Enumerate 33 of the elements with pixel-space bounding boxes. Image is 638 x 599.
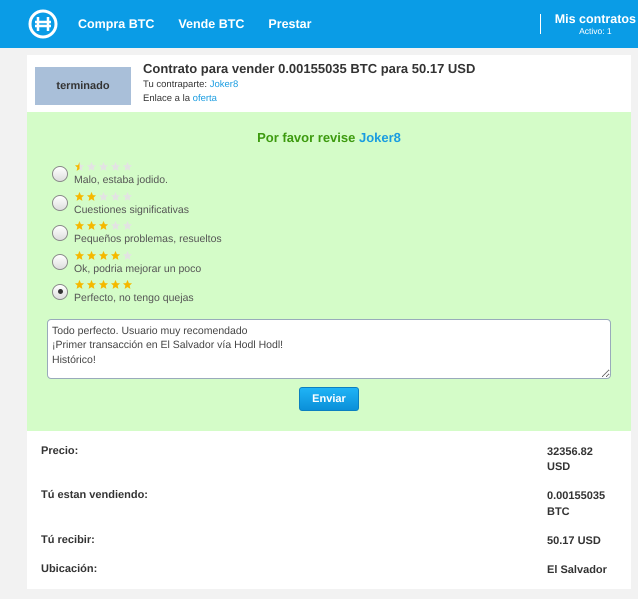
detail-value: 0.00155035 BTC xyxy=(547,489,606,520)
nav-link[interactable]: Compra BTC xyxy=(78,17,154,31)
nav-link[interactable]: Vende BTC xyxy=(178,17,244,31)
radio-button[interactable] xyxy=(52,224,68,241)
rating-label: Malo, estaba jodido. xyxy=(74,174,168,186)
rating-label: Cuestiones significativas xyxy=(74,204,189,216)
contracts-menu[interactable]: Mis contratos Activo: 1 xyxy=(554,12,636,36)
offer-label: Enlace a la xyxy=(143,93,192,104)
detail-label: Tú estan vendiendo: xyxy=(41,489,148,504)
rating-label: Ok, podria mejorar un poco xyxy=(74,262,202,275)
detail-label: Tú recibir: xyxy=(41,534,95,548)
rating-label: Pequeños problemas, resueltos xyxy=(74,233,222,246)
contract-title: Contrato para vender 0.00155035 BTC para 50.17 USD xyxy=(143,61,476,76)
radio-button[interactable] xyxy=(52,254,68,270)
nav-link[interactable]: Prestar xyxy=(268,17,312,31)
radio-button[interactable] xyxy=(52,284,68,300)
offer-link[interactable]: oferta xyxy=(192,93,217,104)
comment-field[interactable]: Todo perfecto. Usuario muy recomendado ¡Primer transacción en El Salvador vía Hodl Hodl! Histórico! xyxy=(47,318,611,378)
detail-value: El Salvador xyxy=(547,563,608,578)
detail-label: Ubicación: xyxy=(41,563,98,578)
detail-label: Precio: xyxy=(41,444,78,458)
user-link[interactable]: Joker8 xyxy=(358,130,401,145)
submit-button[interactable]: Enviar xyxy=(299,386,359,410)
counterparty-label: Tu contraparte: xyxy=(143,79,208,90)
counterparty-link[interactable]: Joker8 xyxy=(210,79,238,90)
radio-button[interactable] xyxy=(52,166,68,182)
detail-value: 50.17 USD xyxy=(547,534,602,550)
review-heading: Por favor revise xyxy=(257,130,356,145)
status-label: terminado xyxy=(35,67,131,105)
logo-icon[interactable] xyxy=(28,9,58,39)
radio-button[interactable] xyxy=(52,195,68,212)
detail-value: 32356.82 USD xyxy=(547,444,594,475)
rating-label: Perfecto, no tengo quejas xyxy=(74,292,194,304)
